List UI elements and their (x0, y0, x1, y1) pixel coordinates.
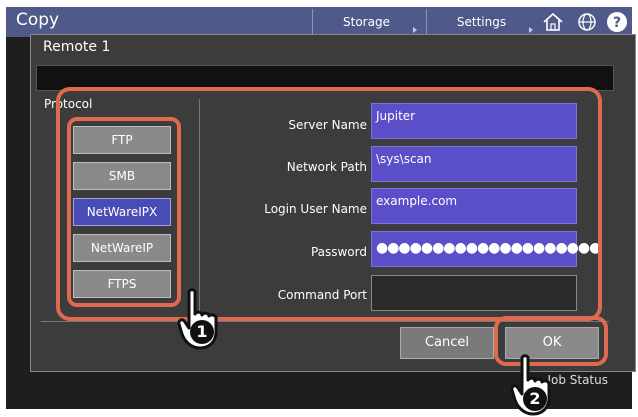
server-name-label: Server Name (288, 118, 367, 132)
home-icon[interactable] (538, 9, 568, 35)
command-port-label: Command Port (277, 288, 367, 302)
top-bar: Copy Storage Settings ? (6, 7, 632, 37)
tab-settings[interactable]: Settings (426, 9, 536, 35)
server-name-field[interactable]: Jupiter (371, 103, 577, 139)
callout-number-1: 1 (190, 320, 214, 344)
callout-number-2: 2 (523, 387, 547, 411)
tab-corner-icon (413, 27, 417, 33)
divider (41, 321, 609, 322)
svg-text:?: ? (613, 15, 621, 31)
globe-icon[interactable] (572, 9, 602, 35)
dialog-title: Remote 1 (43, 39, 111, 55)
dialog-message-bar (36, 65, 614, 91)
tab-storage[interactable]: Storage (312, 9, 420, 35)
cancel-button[interactable]: Cancel (400, 327, 494, 359)
protocol-ftp-button[interactable]: FTP (73, 126, 171, 154)
protocol-smb-button[interactable]: SMB (73, 162, 171, 190)
remote-dialog: Remote 1 Protocol FTP SMB NetWareIPX Net… (30, 34, 636, 372)
network-path-label: Network Path (286, 160, 367, 174)
protocol-netwareipx-button[interactable]: NetWareIPX (73, 198, 171, 226)
tab-corner-icon (529, 27, 533, 33)
login-user-name-label: Login User Name (264, 202, 367, 216)
app-title: Copy (16, 10, 60, 30)
tab-storage-label: Storage (343, 15, 390, 29)
help-icon[interactable]: ? (602, 9, 632, 35)
protocol-ftps-button[interactable]: FTPS (73, 270, 171, 298)
command-port-field[interactable] (371, 275, 577, 311)
divider (199, 99, 200, 315)
tab-settings-label: Settings (456, 15, 507, 29)
network-path-field[interactable]: \sys\scan (371, 146, 577, 182)
password-label: Password (310, 245, 367, 259)
password-field[interactable]: ●●●●●●●●●●●●●●●●●●●● (371, 231, 601, 267)
protocol-netwareip-button[interactable]: NetWareIP (73, 234, 171, 262)
protocol-label: Protocol (44, 97, 93, 111)
login-user-name-field[interactable]: example.com (371, 188, 577, 224)
